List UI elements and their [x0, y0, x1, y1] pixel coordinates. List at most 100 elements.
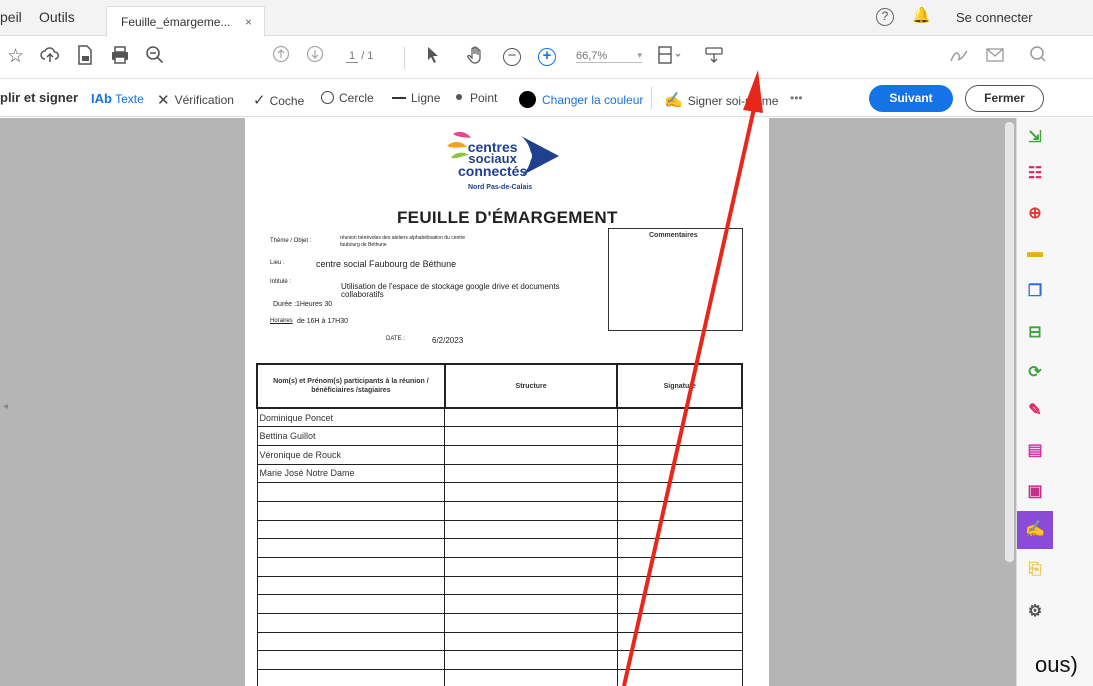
zoom-out-icon[interactable]: −	[503, 48, 521, 66]
hand-icon[interactable]	[466, 45, 486, 72]
fill-sign-icon[interactable]: ✍	[1025, 520, 1045, 540]
comment-icon[interactable]: ▬	[1025, 243, 1045, 263]
protect-icon[interactable]: ▣	[1025, 482, 1045, 502]
table-row	[256, 557, 743, 577]
logo-line-3: connectés	[458, 163, 528, 179]
table-cell	[444, 538, 618, 558]
table-cell	[256, 482, 446, 502]
title-label: Intitulé :	[270, 279, 292, 285]
tab-home[interactable]: peil	[0, 9, 22, 25]
close-button[interactable]: Fermer	[965, 85, 1044, 112]
scrollbar-thumb[interactable]	[1005, 122, 1014, 562]
fit-page-icon[interactable]	[657, 45, 683, 72]
table-cell	[616, 669, 743, 686]
compress-pdf-icon[interactable]: ⊟	[1025, 323, 1045, 343]
table-cell	[616, 463, 743, 484]
line-tool[interactable]: Ligne	[392, 91, 440, 105]
table-row	[256, 669, 743, 686]
document-title: FEUILLE D'ÉMARGEMENT	[397, 208, 618, 227]
table-cell	[256, 631, 446, 652]
tab-tools[interactable]: Outils	[39, 9, 75, 25]
table-row: Véronique de Rouck	[256, 444, 743, 465]
send-file-icon[interactable]: ⎘	[1025, 560, 1045, 580]
table-cell: Dominique Poncet	[256, 407, 446, 428]
close-tab-icon[interactable]: ×	[245, 15, 252, 29]
zoom-value: 66,7%	[576, 50, 608, 62]
text-tool[interactable]: IAb Texte	[91, 91, 144, 106]
file-icon[interactable]	[76, 45, 94, 72]
left-panel-toggle-icon[interactable]: ◂	[3, 401, 8, 412]
create-pdf-icon[interactable]: ⊕	[1025, 204, 1045, 224]
table-cell	[444, 575, 618, 596]
sign-self-tool[interactable]: ✍ Signer soi-même	[664, 91, 778, 109]
table-cell	[616, 575, 743, 596]
page-total: / 1	[361, 50, 374, 62]
table-header-row: Nom(s) et Prénom(s) participants à la ré…	[256, 363, 743, 409]
change-color-label: Changer la couleur	[542, 93, 644, 107]
table-cell	[444, 463, 618, 484]
mail-icon[interactable]	[985, 45, 1005, 72]
page-indicator[interactable]: 1 / 1	[346, 50, 374, 63]
export-pdf-icon[interactable]: ⇲	[1025, 128, 1045, 148]
schedule-value: de 16H à 17H30	[297, 318, 348, 325]
more-options-icon[interactable]: •••	[790, 91, 803, 105]
cross-icon: ✕	[157, 92, 170, 109]
table-cell	[256, 538, 446, 558]
search-icon[interactable]	[1029, 45, 1049, 72]
comments-box: Commentaires	[608, 228, 743, 331]
cropped-text: ous)	[1035, 652, 1078, 677]
zoom-in-icon[interactable]: +	[538, 48, 556, 66]
more-tools-icon[interactable]: ⚙	[1025, 602, 1045, 622]
select-arrow-icon[interactable]	[426, 45, 440, 72]
scan-ocr-icon[interactable]: ⟳	[1025, 363, 1045, 383]
acrobat-window: peil Outils Feuille_émargeme... × ? 🔔 Se…	[0, 0, 1093, 686]
chevron-down-icon: ▾	[637, 50, 642, 60]
table-cell	[444, 613, 618, 633]
table-row: Marie José Notre Dame	[256, 463, 743, 484]
prev-page-icon[interactable]	[272, 45, 290, 70]
table-cell	[444, 444, 618, 465]
theme-label: Thème / Objet :	[270, 238, 312, 244]
upload-icon[interactable]	[40, 45, 60, 72]
duration: Durée :1Heures 30	[273, 301, 333, 308]
keyboard-icon[interactable]	[704, 45, 724, 72]
next-page-icon[interactable]	[306, 45, 324, 70]
zoom-dropdown[interactable]: 66,7% ▾	[576, 50, 642, 63]
organize-pages-icon[interactable]: ☷	[1025, 164, 1045, 184]
check-tool[interactable]: ✓ Coche	[253, 91, 304, 109]
table-cell	[256, 500, 446, 521]
magnifier-icon[interactable]	[145, 45, 165, 72]
date-value: 6/2/2023	[432, 336, 464, 345]
verification-tool[interactable]: ✕ Vérification	[157, 91, 234, 109]
comments-label: Commentaires	[649, 232, 698, 239]
star-icon[interactable]: ☆	[7, 45, 24, 69]
table-header-cell: Nom(s) et Prénom(s) participants à la ré…	[256, 363, 446, 409]
sign-in-link[interactable]: Se connecter	[956, 10, 1033, 25]
pdf-page: centres sociaux connectés Nord Pas-de-Ca…	[245, 118, 769, 686]
pen-sign-icon: ✍	[664, 92, 683, 109]
help-icon[interactable]: ?	[876, 8, 894, 26]
table-row	[256, 519, 743, 540]
theme-value-line-1: réunion bénévoles des ateliers alphabéti…	[340, 235, 466, 241]
next-button[interactable]: Suivant	[869, 85, 953, 112]
bell-icon[interactable]: 🔔	[912, 6, 931, 24]
combine-files-icon[interactable]: ❐	[1025, 282, 1045, 302]
sign-self-label: Signer soi-même	[687, 94, 779, 108]
print-icon[interactable]	[110, 45, 130, 72]
table-cell	[256, 575, 446, 596]
vertical-scrollbar[interactable]	[1003, 118, 1016, 686]
edit-pdf-icon[interactable]: ✎	[1025, 401, 1045, 421]
export-file-icon[interactable]: ▤	[1025, 441, 1045, 461]
table-cell: Bettina Guillot	[256, 426, 446, 446]
table-row	[256, 631, 743, 652]
table-cell	[616, 613, 743, 633]
place-value: centre social Faubourg de Béthune	[316, 259, 457, 269]
point-tool[interactable]: Point	[456, 91, 497, 105]
page-number-field[interactable]: 1	[346, 50, 359, 63]
table-cell	[444, 650, 618, 671]
tab-document[interactable]: Feuille_émargeme... ×	[106, 6, 265, 37]
change-color-tool[interactable]: Changer la couleur	[519, 91, 643, 108]
sign-icon[interactable]	[948, 45, 970, 72]
tools-pane: ⇲ ☷ ⊕ ▬ ❐ ⊟ ⟳ ✎ ▤ ▣ ✍ ⎘ ⚙	[1016, 118, 1093, 686]
circle-tool[interactable]: Cercle	[321, 91, 374, 105]
